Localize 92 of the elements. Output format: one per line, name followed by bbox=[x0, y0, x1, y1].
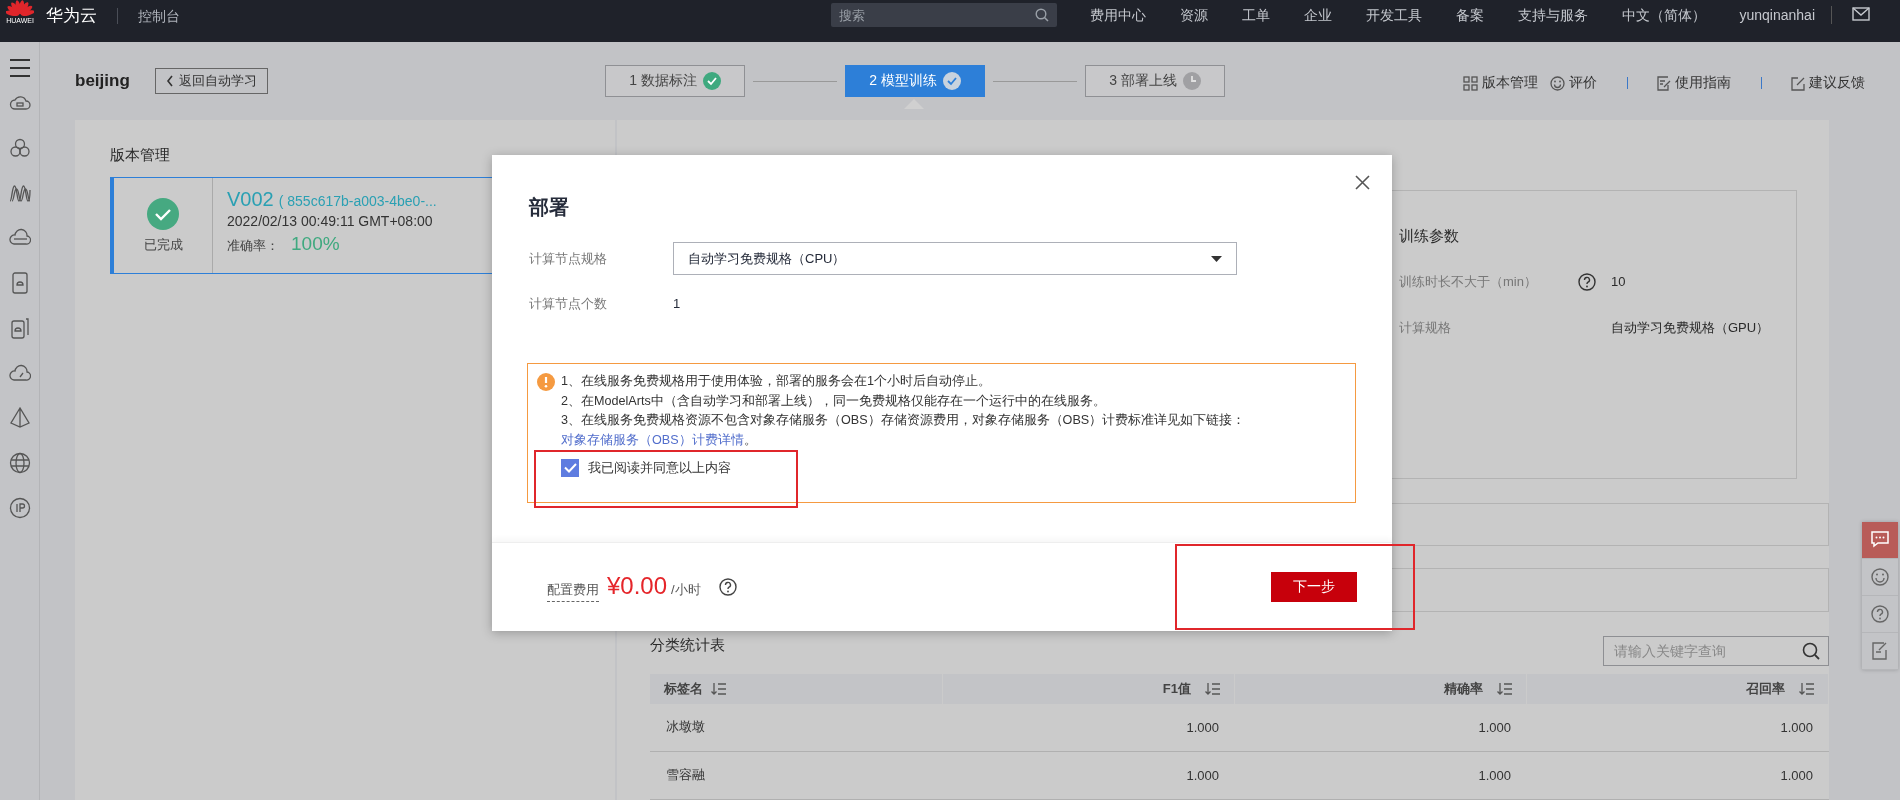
terms-link[interactable]: 对象存储服务（OBS）计费详情 bbox=[561, 433, 744, 448]
panel-title: 版本管理 bbox=[110, 146, 171, 164]
help-icon[interactable] bbox=[718, 578, 737, 596]
sort-icon[interactable] bbox=[1799, 682, 1814, 696]
notice-text: 3、在线服务免费规格资源不包含对象存储服务（OBS）存储资源费用，对象存储服务（OBS）计费标准详见如下链接： 对象存储服务（OBS）计费详情。 bbox=[561, 412, 1247, 450]
ip-icon[interactable] bbox=[8, 497, 31, 519]
edit-icon bbox=[1870, 641, 1890, 661]
accuracy-value: 100% bbox=[291, 233, 340, 255]
table-cell: 1.000 bbox=[1235, 752, 1527, 800]
table-cell: 1.000 bbox=[1527, 752, 1829, 800]
close-icon[interactable] bbox=[1355, 175, 1370, 190]
help-icon[interactable] bbox=[1578, 273, 1596, 291]
nav-link[interactable]: 资源 bbox=[1163, 4, 1226, 26]
search-field[interactable]: 搜索 bbox=[831, 3, 1058, 27]
cloud-icon[interactable] bbox=[8, 362, 31, 384]
table-cell: 1.000 bbox=[943, 752, 1235, 800]
grid-icon bbox=[1463, 75, 1478, 91]
header-link[interactable]: 评价 bbox=[1550, 74, 1597, 92]
sort-icon[interactable] bbox=[711, 682, 726, 696]
param-label: 计算规格 bbox=[1399, 319, 1452, 337]
column-header[interactable]: 精确率 bbox=[1235, 674, 1527, 704]
version-name: V002 bbox=[227, 188, 274, 211]
mail-icon[interactable] bbox=[1852, 7, 1870, 21]
version-time: 2022/02/13 00:49:11 GMT+08:00 bbox=[227, 213, 434, 229]
fee-label: 配置费用 bbox=[547, 581, 599, 602]
header-link[interactable]: 建议反馈 bbox=[1790, 74, 1865, 92]
tool-button[interactable] bbox=[1862, 522, 1898, 559]
status-label: 已完成 bbox=[143, 235, 183, 254]
section-title: 分类统计表 bbox=[650, 636, 725, 655]
help-icon bbox=[1870, 604, 1890, 624]
nav-link[interactable]: 支持与服务 bbox=[1501, 4, 1606, 26]
cards-icon[interactable] bbox=[8, 317, 31, 339]
project-name: beijing bbox=[75, 71, 131, 91]
smiley-icon bbox=[1870, 567, 1890, 587]
header-link[interactable]: 使用指南 bbox=[1656, 74, 1731, 92]
param-value: 自动学习免费规格（GPU） bbox=[1611, 319, 1771, 337]
notice-text: 2、在ModelArts中（含自动学习和部署上线），同一免费规格仅能存在一个运行中的在线服务。 bbox=[561, 392, 1107, 410]
step-tab[interactable]: 3 部署上线 bbox=[1085, 65, 1225, 97]
flower-logo-icon bbox=[6, 0, 34, 17]
nav-link[interactable]: 开发工具 bbox=[1349, 4, 1440, 26]
warning-icon bbox=[537, 373, 555, 391]
edit-icon bbox=[1790, 75, 1805, 91]
field-value: 1 bbox=[673, 295, 681, 313]
notice-text: 1、在线服务免费规格用于使用体验，部署的服务会在1个小时后自动停止。 bbox=[561, 373, 992, 390]
chat-icon bbox=[1870, 530, 1890, 550]
step-tab[interactable]: 1 数据标注 bbox=[605, 65, 745, 97]
column-header[interactable]: 召回率 bbox=[1527, 674, 1829, 704]
caret-down-icon bbox=[1211, 255, 1222, 262]
price-value: ¥0.00 bbox=[607, 572, 668, 600]
nav-link[interactable]: 备案 bbox=[1439, 4, 1502, 26]
table-cell: 1.000 bbox=[1527, 704, 1829, 752]
edit-note-icon bbox=[1656, 75, 1671, 91]
table-cell: 雪容融 bbox=[650, 752, 943, 800]
brand-name[interactable]: 华为云 bbox=[46, 5, 97, 27]
column-header[interactable]: F1值 bbox=[943, 674, 1235, 704]
pyramid-icon[interactable] bbox=[8, 407, 31, 429]
nav-link[interactable]: 企业 bbox=[1287, 4, 1350, 26]
column-header[interactable]: 标签名 bbox=[650, 674, 943, 704]
next-button[interactable]: 下一步 bbox=[1271, 572, 1357, 602]
table-cell: 1.000 bbox=[943, 704, 1235, 752]
search-icon bbox=[1802, 642, 1820, 660]
accuracy-label: 准确率： bbox=[227, 237, 279, 255]
table-cell: 1.000 bbox=[1235, 704, 1527, 752]
checkbox-label: 我已阅读并同意以上内容 bbox=[588, 458, 731, 477]
param-value: 10 bbox=[1611, 273, 1627, 291]
smiley-icon bbox=[1550, 75, 1565, 91]
price-unit: /小时 bbox=[671, 581, 701, 599]
console-link[interactable]: 控制台 bbox=[138, 5, 180, 27]
table-cell: 冰墩墩 bbox=[650, 704, 943, 752]
dropdown-field[interactable]: 自动学习免费规格（CPU） bbox=[673, 242, 1237, 275]
menu-icon[interactable] bbox=[8, 58, 31, 78]
chevron-left-icon bbox=[166, 75, 174, 87]
sort-icon[interactable] bbox=[1205, 682, 1220, 696]
user-name[interactable]: yunqinanhai bbox=[1723, 4, 1831, 26]
header-link[interactable]: 版本管理 bbox=[1463, 74, 1538, 92]
section-title: 训练参数 bbox=[1399, 226, 1460, 246]
checkbox[interactable] bbox=[561, 458, 579, 477]
sort-icon[interactable] bbox=[1497, 682, 1512, 696]
param-label: 训练时长不大于（min） bbox=[1399, 273, 1538, 291]
nav-link[interactable]: 工单 bbox=[1225, 4, 1288, 26]
back-button[interactable]: 返回自动学习 bbox=[155, 68, 268, 94]
dialog-title: 部署 bbox=[529, 195, 570, 219]
field-label: 计算节点个数 bbox=[529, 295, 608, 313]
globe-icon[interactable] bbox=[8, 452, 31, 474]
wave-icon[interactable] bbox=[8, 182, 31, 204]
nav-link[interactable]: 费用中心 bbox=[1073, 4, 1164, 26]
search-icon bbox=[1035, 8, 1050, 22]
version-id: ( 855c617b-a003-4be0-... bbox=[278, 193, 437, 209]
nav-link[interactable]: 中文（简体） bbox=[1605, 4, 1724, 26]
search-field[interactable]: 请输入关键字查询 bbox=[1603, 636, 1829, 666]
check-icon bbox=[563, 462, 577, 474]
cluster-icon[interactable] bbox=[8, 137, 31, 159]
